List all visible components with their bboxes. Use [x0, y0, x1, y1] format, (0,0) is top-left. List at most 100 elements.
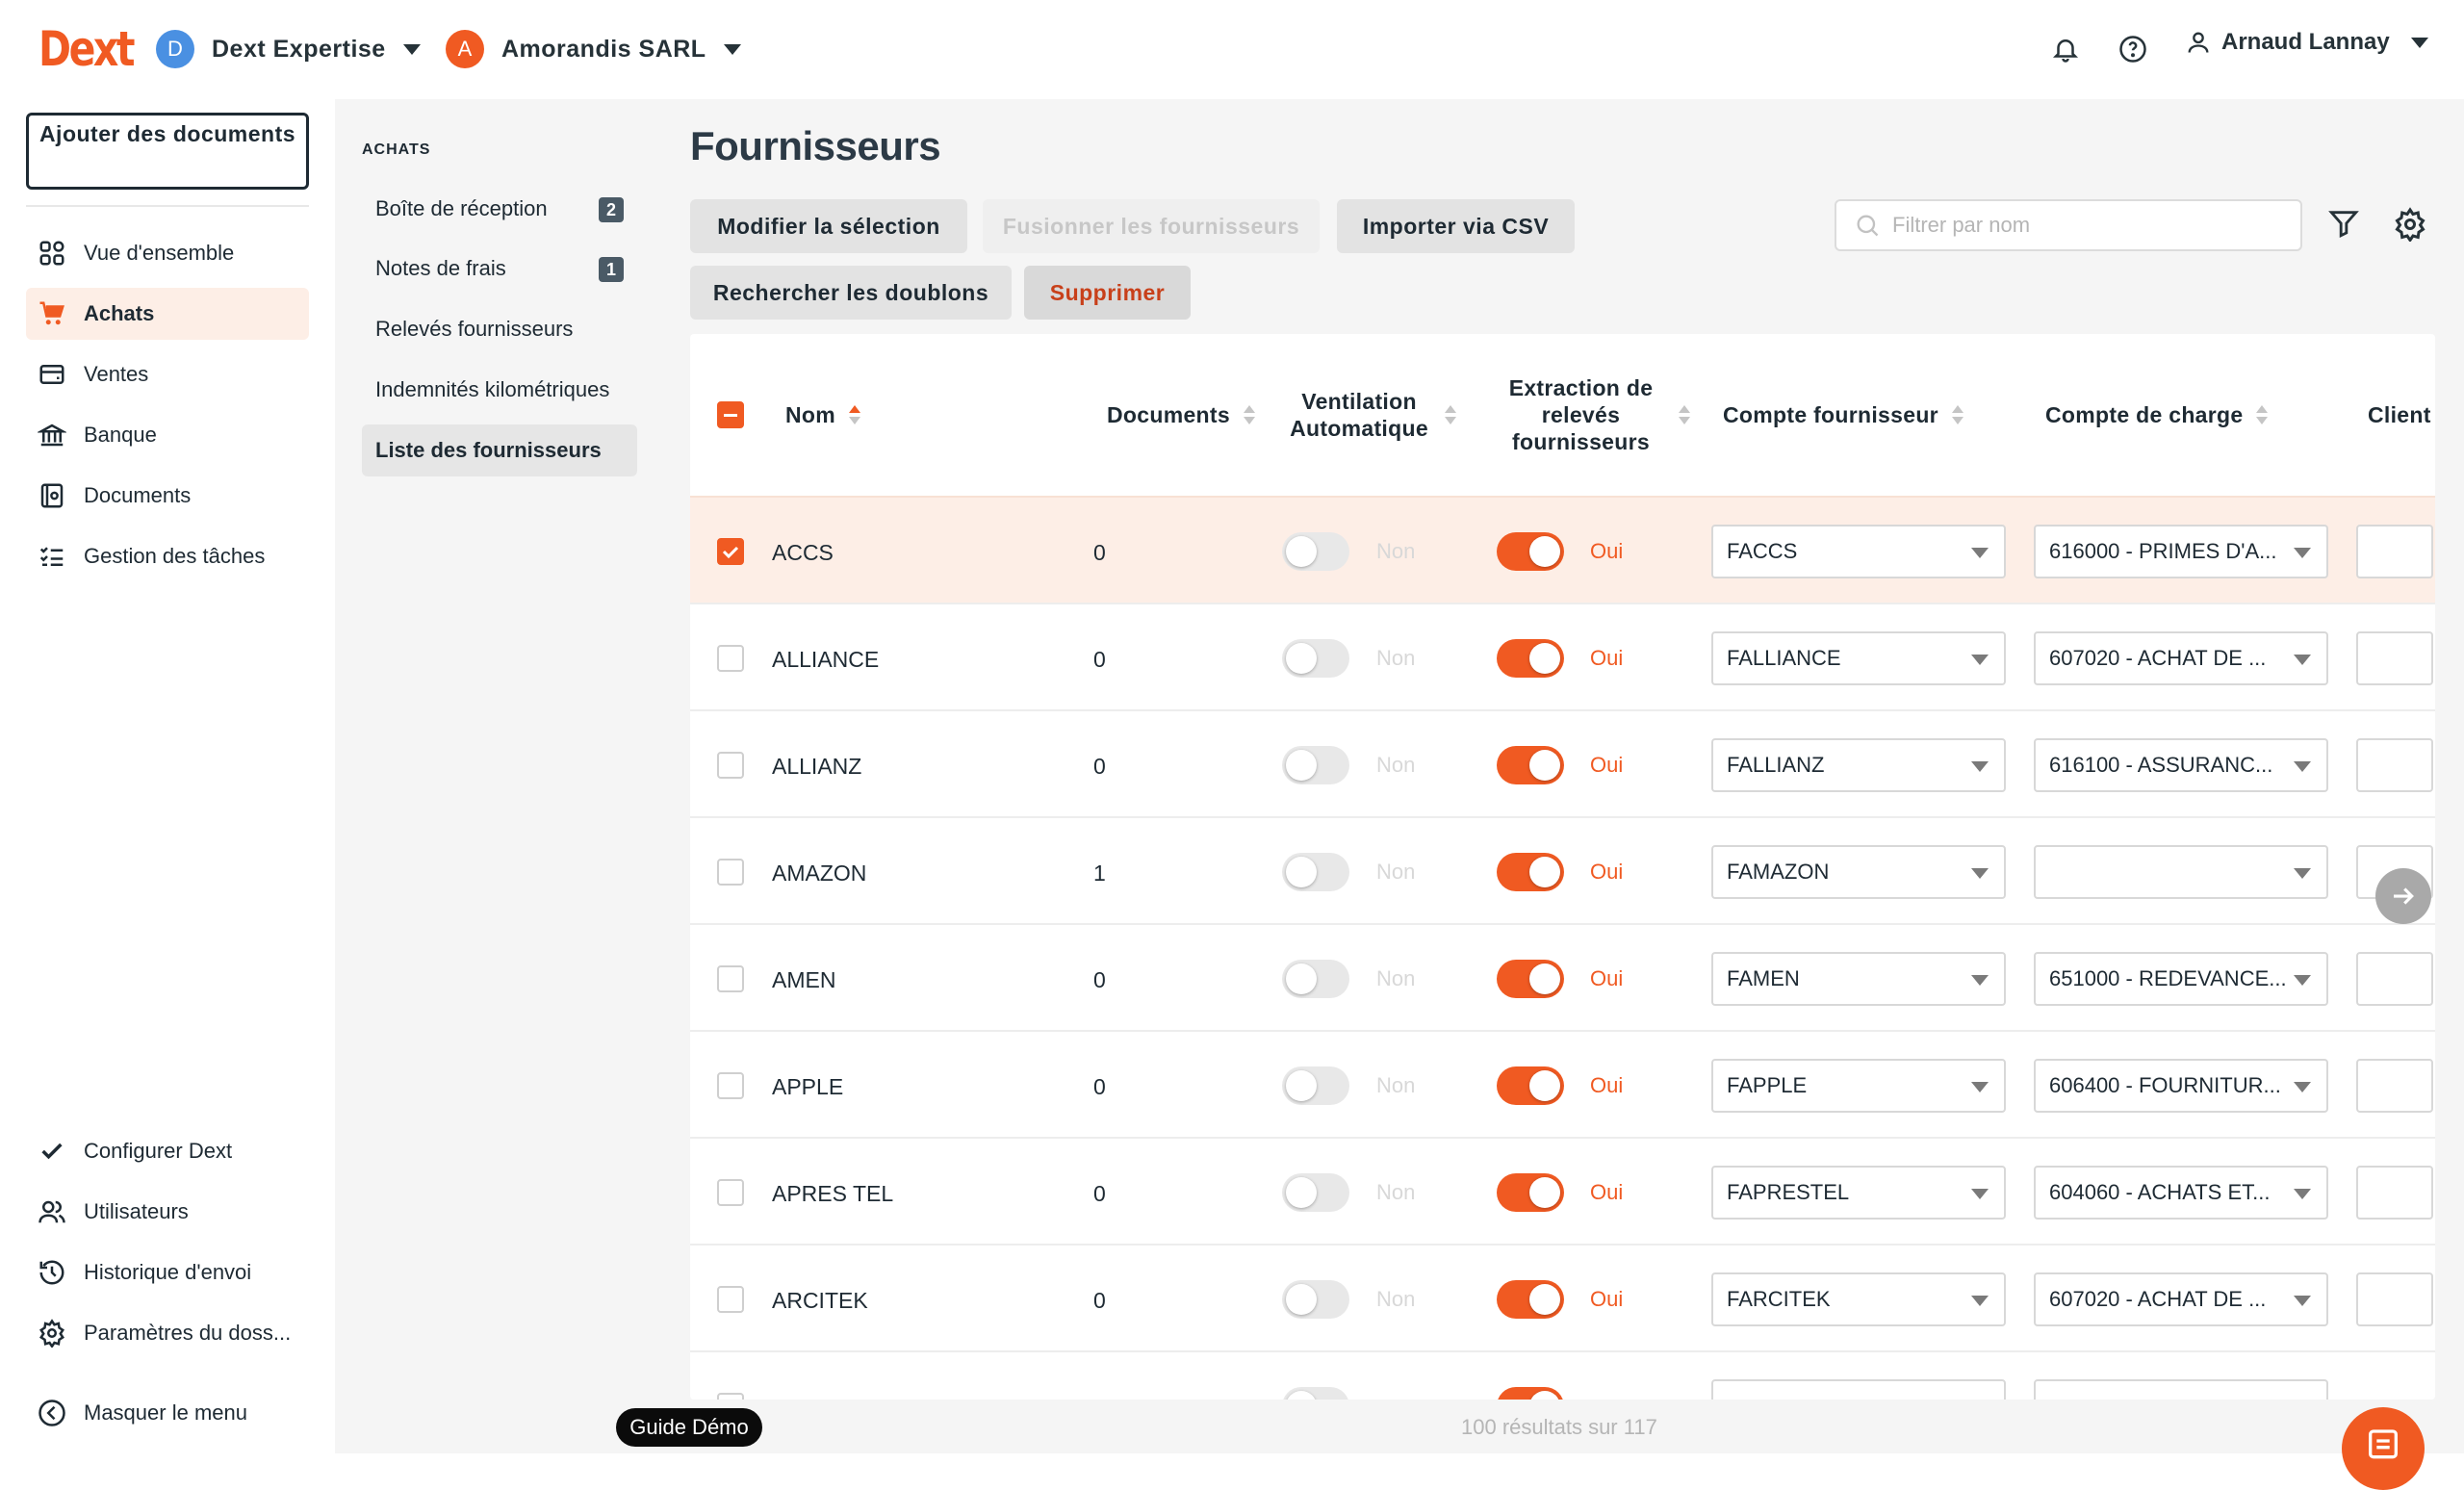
table-row[interactable]: AMEN 0 Non Oui FAMEN 651000 - REDEVANCE.…: [690, 923, 2435, 1030]
column-header-extraction[interactable]: Extraction de relevés fournisseurs: [1497, 334, 1704, 496]
extraction-toggle[interactable]: [1497, 532, 1564, 571]
charge-account-select[interactable]: 606400 - FOURNITUR...: [2034, 1059, 2328, 1113]
sidebar-item-users[interactable]: Utilisateurs: [26, 1186, 309, 1238]
sidebar-item-tasks[interactable]: Gestion des tâches: [26, 530, 309, 582]
column-header-charge-account[interactable]: Compte de charge: [2045, 334, 2269, 496]
supplier-account-select[interactable]: FAMAZON: [1711, 845, 2006, 899]
row-checkbox[interactable]: [717, 538, 744, 565]
modify-selection-button[interactable]: Modifier la sélection: [690, 199, 967, 253]
client-select[interactable]: [2356, 525, 2433, 578]
extraction-toggle[interactable]: [1497, 639, 1564, 678]
table-row[interactable]: AMAZON 1 Non Oui FAMAZON: [690, 816, 2435, 923]
sidebar-item-configure[interactable]: Configurer Dext: [26, 1125, 309, 1177]
supplier-account-select[interactable]: [1711, 1379, 2006, 1400]
row-checkbox[interactable]: [717, 752, 744, 779]
row-checkbox[interactable]: [717, 1072, 744, 1099]
import-csv-button[interactable]: Importer via CSV: [1337, 199, 1575, 253]
sidebar-item-documents[interactable]: Documents: [26, 470, 309, 522]
select-all-checkbox[interactable]: [717, 334, 744, 496]
chat-button[interactable]: [2342, 1407, 2425, 1490]
charge-account-select[interactable]: 604060 - ACHATS ET...: [2034, 1166, 2328, 1220]
table-row[interactable]: ARCITEK 0 Non Oui FARCITEK 607020 - ACHA…: [690, 1244, 2435, 1350]
table-row[interactable]: ALLIANZ 0 Non Oui FALLIANZ 616100 - ASSU…: [690, 709, 2435, 816]
ventilation-toggle[interactable]: [1282, 1173, 1349, 1212]
supplier-account-select[interactable]: FALLIANCE: [1711, 631, 2006, 685]
ventilation-toggle[interactable]: [1282, 532, 1349, 571]
table-row[interactable]: APRES TEL 0 Non Oui FAPRESTEL 604060 - A…: [690, 1137, 2435, 1244]
column-header-client[interactable]: Client: [2368, 334, 2431, 496]
settings-gear-icon[interactable]: [2393, 207, 2427, 246]
extraction-toggle[interactable]: [1497, 1280, 1564, 1319]
charge-account-select[interactable]: [2034, 1379, 2328, 1400]
table-row[interactable]: APPLE 0 Non Oui FAPPLE 606400 - FOURNITU…: [690, 1030, 2435, 1137]
find-duplicates-button[interactable]: Rechercher les doublons: [690, 266, 1012, 320]
client-select[interactable]: [2356, 1059, 2433, 1113]
column-header-supplier-account[interactable]: Compte fournisseur: [1723, 334, 1964, 496]
client-select[interactable]: [2356, 1166, 2433, 1220]
ventilation-toggle[interactable]: [1282, 1066, 1349, 1105]
row-checkbox[interactable]: [717, 1286, 744, 1313]
search-input[interactable]: [1892, 213, 2297, 238]
subnav-item-suppliers[interactable]: Liste des fournisseurs: [362, 424, 637, 476]
sidebar-item-sales[interactable]: Ventes: [26, 348, 309, 400]
table-row[interactable]: ALLIANCE 0 Non Oui FALLIANCE 607020 - AC…: [690, 603, 2435, 709]
ventilation-toggle[interactable]: [1282, 1280, 1349, 1319]
ventilation-toggle[interactable]: [1282, 746, 1349, 784]
filter-icon[interactable]: [2327, 207, 2360, 244]
user-menu[interactable]: Arnaud Lannay: [2185, 29, 2428, 56]
checkbox[interactable]: [717, 401, 744, 428]
subnav-item-statements[interactable]: Relevés fournisseurs: [362, 303, 637, 355]
hide-menu-button[interactable]: Masquer le menu: [26, 1387, 309, 1439]
client-switcher[interactable]: A Amorandis SARL: [446, 28, 741, 70]
bell-icon[interactable]: [2046, 30, 2085, 68]
row-checkbox[interactable]: [717, 965, 744, 992]
charge-account-select[interactable]: 651000 - REDEVANCE...: [2034, 952, 2328, 1006]
charge-account-select[interactable]: [2034, 845, 2328, 899]
ventilation-toggle[interactable]: [1282, 853, 1349, 891]
subnav-item-mileage[interactable]: Indemnités kilométriques: [362, 364, 637, 416]
row-checkbox[interactable]: [717, 1179, 744, 1206]
supplier-account-select[interactable]: FACCS: [1711, 525, 2006, 578]
supplier-account-select[interactable]: FALLIANZ: [1711, 738, 2006, 792]
ventilation-toggle[interactable]: [1282, 639, 1349, 678]
add-documents-button[interactable]: Ajouter des documents: [26, 113, 309, 190]
sidebar-item-settings[interactable]: Paramètres du doss...: [26, 1307, 309, 1359]
client-select[interactable]: [2356, 1272, 2433, 1326]
dext-logo[interactable]: Dext: [38, 21, 136, 77]
sidebar-item-bank[interactable]: Banque: [26, 409, 309, 461]
sidebar-item-overview[interactable]: Vue d'ensemble: [26, 227, 309, 279]
ventilation-toggle[interactable]: [1282, 1387, 1349, 1400]
column-header-name[interactable]: Nom: [785, 334, 861, 496]
row-checkbox[interactable]: [717, 645, 744, 672]
supplier-account-select[interactable]: FARCITEK: [1711, 1272, 2006, 1326]
extraction-toggle[interactable]: [1497, 1066, 1564, 1105]
subnav-item-expenses[interactable]: Notes de frais 1: [362, 243, 637, 295]
guide-demo-button[interactable]: Guide Démo: [616, 1408, 762, 1447]
merge-suppliers-button[interactable]: Fusionner les fournisseurs: [983, 199, 1320, 253]
table-row-partial[interactable]: [690, 1350, 2435, 1400]
ventilation-toggle[interactable]: [1282, 960, 1349, 998]
charge-account-select[interactable]: 616000 - PRIMES D'A...: [2034, 525, 2328, 578]
charge-account-select[interactable]: 616100 - ASSURANC...: [2034, 738, 2328, 792]
row-checkbox[interactable]: [717, 859, 744, 886]
extraction-toggle[interactable]: [1497, 1387, 1564, 1400]
scroll-right-button[interactable]: [2375, 868, 2431, 924]
extraction-toggle[interactable]: [1497, 853, 1564, 891]
sidebar-item-purchases[interactable]: Achats: [26, 288, 309, 340]
row-checkbox[interactable]: [717, 1393, 744, 1400]
supplier-account-select[interactable]: FAMEN: [1711, 952, 2006, 1006]
client-select[interactable]: [2356, 631, 2433, 685]
client-select[interactable]: [2356, 738, 2433, 792]
charge-account-select[interactable]: 607020 - ACHAT DE ...: [2034, 631, 2328, 685]
subnav-item-inbox[interactable]: Boîte de réception 2: [362, 183, 637, 235]
help-icon[interactable]: [2114, 30, 2152, 68]
supplier-account-select[interactable]: FAPPLE: [1711, 1059, 2006, 1113]
column-header-ventilation[interactable]: Ventilation Automatique: [1287, 334, 1475, 496]
charge-account-select[interactable]: 607020 - ACHAT DE ...: [2034, 1272, 2328, 1326]
extraction-toggle[interactable]: [1497, 1173, 1564, 1212]
client-select[interactable]: [2356, 952, 2433, 1006]
workspace-switcher[interactable]: D Dext Expertise: [156, 28, 421, 70]
table-row[interactable]: ACCS 0 Non Oui FACCS 616000 - PRIMES D'A…: [690, 496, 2435, 603]
delete-button[interactable]: Supprimer: [1024, 266, 1191, 320]
supplier-account-select[interactable]: FAPRESTEL: [1711, 1166, 2006, 1220]
